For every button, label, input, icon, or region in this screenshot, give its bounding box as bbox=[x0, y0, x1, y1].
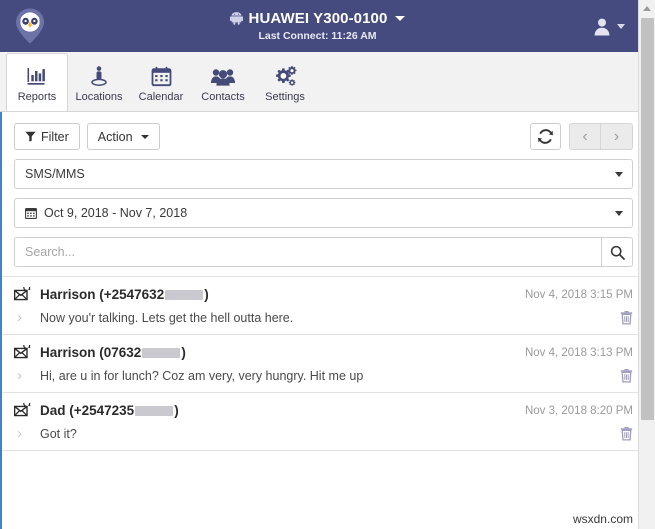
last-connect-label: Last Connect: 11:26 AM bbox=[258, 29, 377, 42]
scrollbar-up-button[interactable] bbox=[639, 0, 655, 17]
watermark: wsxdn.com bbox=[568, 512, 633, 526]
owl-pin-logo-icon bbox=[16, 8, 44, 44]
content-panel: Filter Action ‹ › SMS/MMS Oct 9, 2018 - … bbox=[0, 112, 655, 529]
message-header: Harrison (+2547632) Nov 4, 2018 3:15 PM bbox=[14, 287, 633, 302]
chevron-right-icon: › bbox=[613, 127, 620, 145]
chevron-left-icon: ‹ bbox=[582, 127, 588, 145]
gears-icon bbox=[274, 63, 297, 87]
main-tabs: Reports Locations Calendar Contacts Sett… bbox=[0, 52, 655, 112]
tab-label: Settings bbox=[265, 90, 305, 103]
tab-settings[interactable]: Settings bbox=[254, 53, 316, 111]
tab-label: Reports bbox=[17, 90, 57, 103]
action-label: Action bbox=[97, 129, 133, 144]
search-bar bbox=[14, 237, 633, 267]
trash-icon bbox=[620, 369, 633, 383]
message-text: Got it? bbox=[40, 426, 77, 441]
people-group-icon bbox=[211, 63, 235, 87]
tab-reports[interactable]: Reports bbox=[6, 53, 68, 111]
message-body: › Got it? bbox=[14, 426, 633, 441]
message-timestamp: Nov 4, 2018 3:15 PM bbox=[524, 288, 633, 301]
message-timestamp: Nov 4, 2018 3:13 PM bbox=[524, 346, 633, 359]
message-header: Dad (+2547235) Nov 3, 2018 8:20 PM bbox=[14, 403, 633, 418]
chevron-right-icon[interactable]: › bbox=[14, 368, 40, 383]
redacted-number bbox=[135, 406, 174, 416]
filter-fields: SMS/MMS Oct 9, 2018 - Nov 7, 2018 Search… bbox=[2, 159, 655, 267]
app-header: HUAWEI Y300-0100 Last Connect: 11:26 AM bbox=[0, 0, 655, 52]
sender-number-suffix: ) bbox=[174, 403, 179, 418]
date-range-value: Oct 9, 2018 - Nov 7, 2018 bbox=[44, 206, 188, 220]
chevron-down-icon bbox=[615, 172, 623, 177]
previous-page-button[interactable]: ‹ bbox=[569, 123, 601, 150]
sender-number-prefix: Dad (+2547235 bbox=[40, 403, 135, 418]
delete-message-button[interactable] bbox=[620, 310, 633, 325]
sender-number-suffix: ) bbox=[181, 345, 186, 360]
redacted-number bbox=[165, 290, 204, 300]
search-button[interactable] bbox=[601, 237, 633, 267]
trash-icon bbox=[620, 427, 633, 441]
funnel-icon bbox=[25, 131, 36, 142]
envelope-sent-icon bbox=[14, 403, 40, 418]
app-window: HUAWEI Y300-0100 Last Connect: 11:26 AM bbox=[0, 0, 655, 529]
calendar-icon bbox=[151, 63, 172, 87]
search-input[interactable] bbox=[14, 237, 601, 267]
sender-number-prefix: Harrison (+2547632 bbox=[40, 287, 165, 302]
tab-contacts[interactable]: Contacts bbox=[192, 53, 254, 111]
chevron-down-icon bbox=[615, 211, 623, 216]
tab-label: Contacts bbox=[201, 90, 245, 103]
message-sender: Harrison (07632) bbox=[40, 345, 186, 360]
bar-chart-icon bbox=[26, 63, 48, 87]
tab-label: Locations bbox=[75, 90, 123, 103]
message-sender: Dad (+2547235) bbox=[40, 403, 179, 418]
message-text: Hi, are u in for lunch? Coz am very, ver… bbox=[40, 368, 364, 383]
message-row[interactable]: Harrison (07632) Nov 4, 2018 3:13 PM › H… bbox=[2, 335, 655, 393]
device-name-label: HUAWEI Y300-0100 bbox=[248, 9, 388, 27]
message-row[interactable]: Dad (+2547235) Nov 3, 2018 8:20 PM › Got… bbox=[2, 393, 655, 451]
calendar-icon bbox=[25, 208, 37, 219]
envelope-sent-icon bbox=[14, 345, 40, 360]
magnifier-icon bbox=[610, 245, 625, 260]
delete-message-button[interactable] bbox=[620, 368, 633, 383]
refresh-icon bbox=[538, 129, 553, 144]
delete-message-button[interactable] bbox=[620, 426, 633, 441]
android-icon bbox=[229, 12, 243, 25]
redacted-number bbox=[142, 348, 181, 358]
device-selector[interactable]: HUAWEI Y300-0100 Last Connect: 11:26 AM bbox=[42, 11, 593, 42]
message-body: › Hi, are u in for lunch? Coz am very, v… bbox=[14, 368, 633, 383]
triangle-up-icon bbox=[643, 6, 651, 11]
date-range-select[interactable]: Oct 9, 2018 - Nov 7, 2018 bbox=[14, 198, 633, 228]
location-pin-person-icon bbox=[88, 63, 110, 87]
chevron-down-icon bbox=[617, 23, 625, 29]
message-header: Harrison (07632) Nov 4, 2018 3:13 PM bbox=[14, 345, 633, 360]
page-scrollbar[interactable] bbox=[638, 0, 655, 529]
chevron-right-icon[interactable]: › bbox=[14, 310, 40, 325]
next-page-button[interactable]: › bbox=[601, 123, 633, 150]
chevron-down-icon bbox=[140, 134, 149, 139]
report-type-value: SMS/MMS bbox=[25, 167, 85, 181]
refresh-button[interactable] bbox=[530, 123, 561, 150]
tab-calendar[interactable]: Calendar bbox=[130, 53, 192, 111]
trash-icon bbox=[620, 311, 633, 325]
scrollbar-thumb[interactable] bbox=[641, 18, 654, 420]
chevron-right-icon[interactable]: › bbox=[14, 426, 40, 441]
user-avatar-icon bbox=[594, 18, 610, 35]
message-body: › Now you'r talking. Lets get the hell o… bbox=[14, 310, 633, 325]
action-dropdown-button[interactable]: Action bbox=[86, 123, 160, 150]
message-sender: Harrison (+2547632) bbox=[40, 287, 209, 302]
message-text: Now you'r talking. Lets get the hell out… bbox=[40, 310, 294, 325]
sender-number-prefix: Harrison (07632 bbox=[40, 345, 142, 360]
chevron-down-icon bbox=[395, 15, 406, 21]
message-row[interactable]: Harrison (+2547632) Nov 4, 2018 3:15 PM … bbox=[2, 277, 655, 335]
message-timestamp: Nov 3, 2018 8:20 PM bbox=[524, 404, 633, 417]
report-toolbar: Filter Action ‹ › bbox=[2, 112, 655, 159]
tab-locations[interactable]: Locations bbox=[68, 53, 130, 111]
filter-button[interactable]: Filter bbox=[14, 123, 80, 150]
envelope-sent-icon bbox=[14, 287, 40, 302]
pagination-controls: ‹ › bbox=[569, 123, 633, 150]
toolbar-right-group: ‹ › bbox=[530, 123, 633, 150]
report-type-select[interactable]: SMS/MMS bbox=[14, 159, 633, 189]
sender-number-suffix: ) bbox=[204, 287, 209, 302]
tab-label: Calendar bbox=[138, 90, 184, 103]
filter-label: Filter bbox=[41, 129, 69, 144]
message-list: Harrison (+2547632) Nov 4, 2018 3:15 PM … bbox=[2, 276, 655, 451]
